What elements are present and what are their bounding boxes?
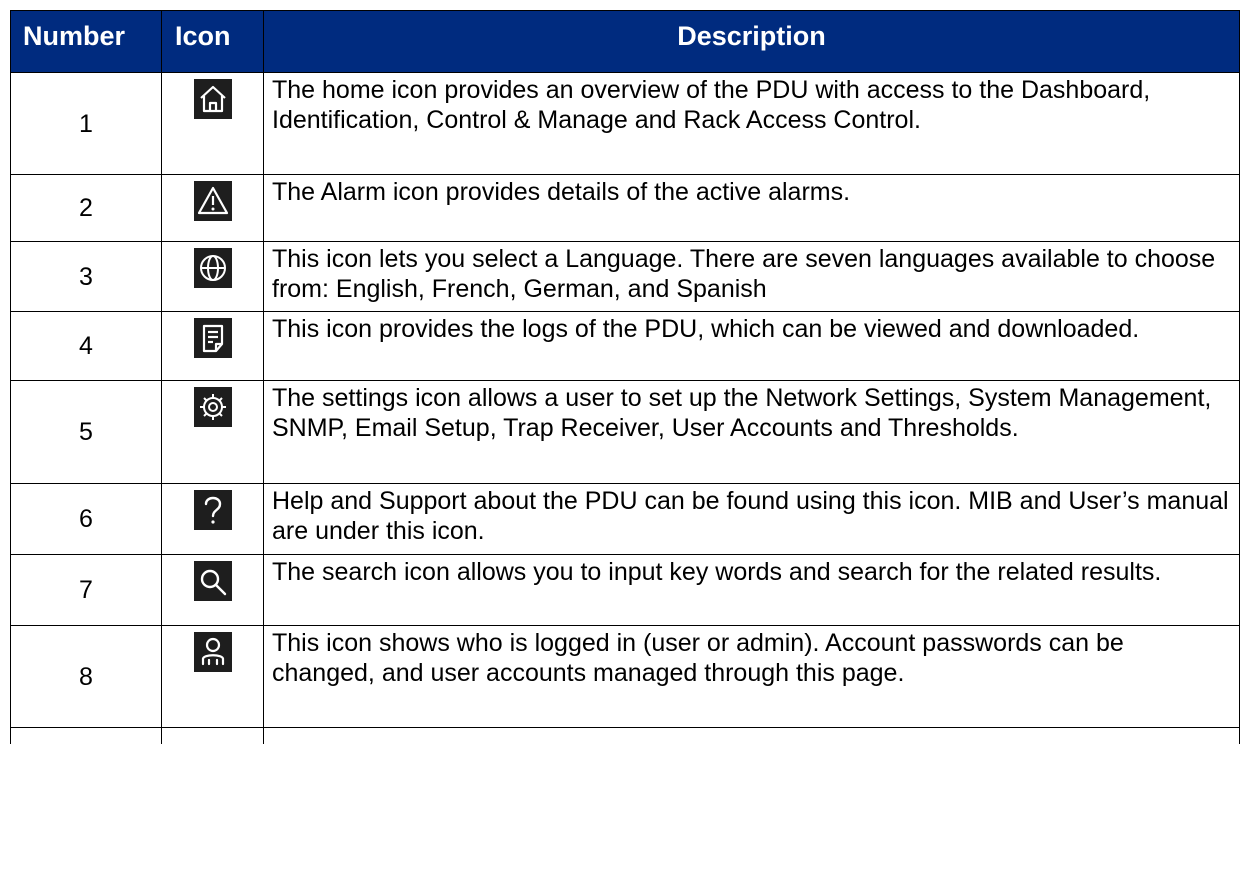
search-icon xyxy=(193,561,232,601)
row-description: The search icon allows you to input key … xyxy=(263,554,1240,626)
row-number: 2 xyxy=(10,174,162,242)
table-row: 7 The search icon allows you to input ke… xyxy=(10,554,1240,626)
table-row: 1 The home icon provides an overview of … xyxy=(10,72,1240,175)
table-row: 2 The Alarm icon provides details of the… xyxy=(10,174,1240,242)
row-number: 5 xyxy=(10,380,162,484)
settings-icon xyxy=(193,387,232,427)
row-description: This icon provides the logs of the PDU, … xyxy=(263,311,1240,381)
globe-icon xyxy=(193,248,232,288)
row-description: The Alarm icon provides details of the a… xyxy=(263,174,1240,242)
table-row: 8 This icon shows who is logged in (user… xyxy=(10,625,1240,728)
row-description: The home icon provides an overview of th… xyxy=(263,72,1240,175)
table-row: 4 This icon provides the logs of the PDU… xyxy=(10,311,1240,381)
row-number: 3 xyxy=(10,241,162,312)
header-description: Description xyxy=(263,10,1240,73)
header-number: Number xyxy=(10,10,162,73)
row-number: 7 xyxy=(10,554,162,626)
row-number: 4 xyxy=(10,311,162,381)
logs-icon xyxy=(193,318,232,358)
icon-description-table: Number Icon Description 1 The home icon … xyxy=(10,10,1240,744)
home-icon xyxy=(193,79,232,119)
row-number: 6 xyxy=(10,483,162,555)
table-row: 5 The settings icon allows a user to set… xyxy=(10,380,1240,484)
row-description: This icon shows who is logged in (user o… xyxy=(263,625,1240,728)
row-number: 8 xyxy=(10,625,162,728)
header-icon: Icon xyxy=(161,10,264,73)
table-row: 6 Help and Support about the PDU can be … xyxy=(10,483,1240,555)
table-row: 3 This icon lets you select a Language. … xyxy=(10,241,1240,312)
row-description: Help and Support about the PDU can be fo… xyxy=(263,483,1240,555)
user-icon xyxy=(193,632,232,672)
help-icon xyxy=(193,490,232,530)
row-number: 1 xyxy=(10,72,162,175)
table-continuation xyxy=(10,727,1240,744)
alarm-icon xyxy=(193,181,232,221)
row-description: This icon lets you select a Language. Th… xyxy=(263,241,1240,312)
row-description: The settings icon allows a user to set u… xyxy=(263,380,1240,484)
table-header-row: Number Icon Description xyxy=(10,10,1240,73)
